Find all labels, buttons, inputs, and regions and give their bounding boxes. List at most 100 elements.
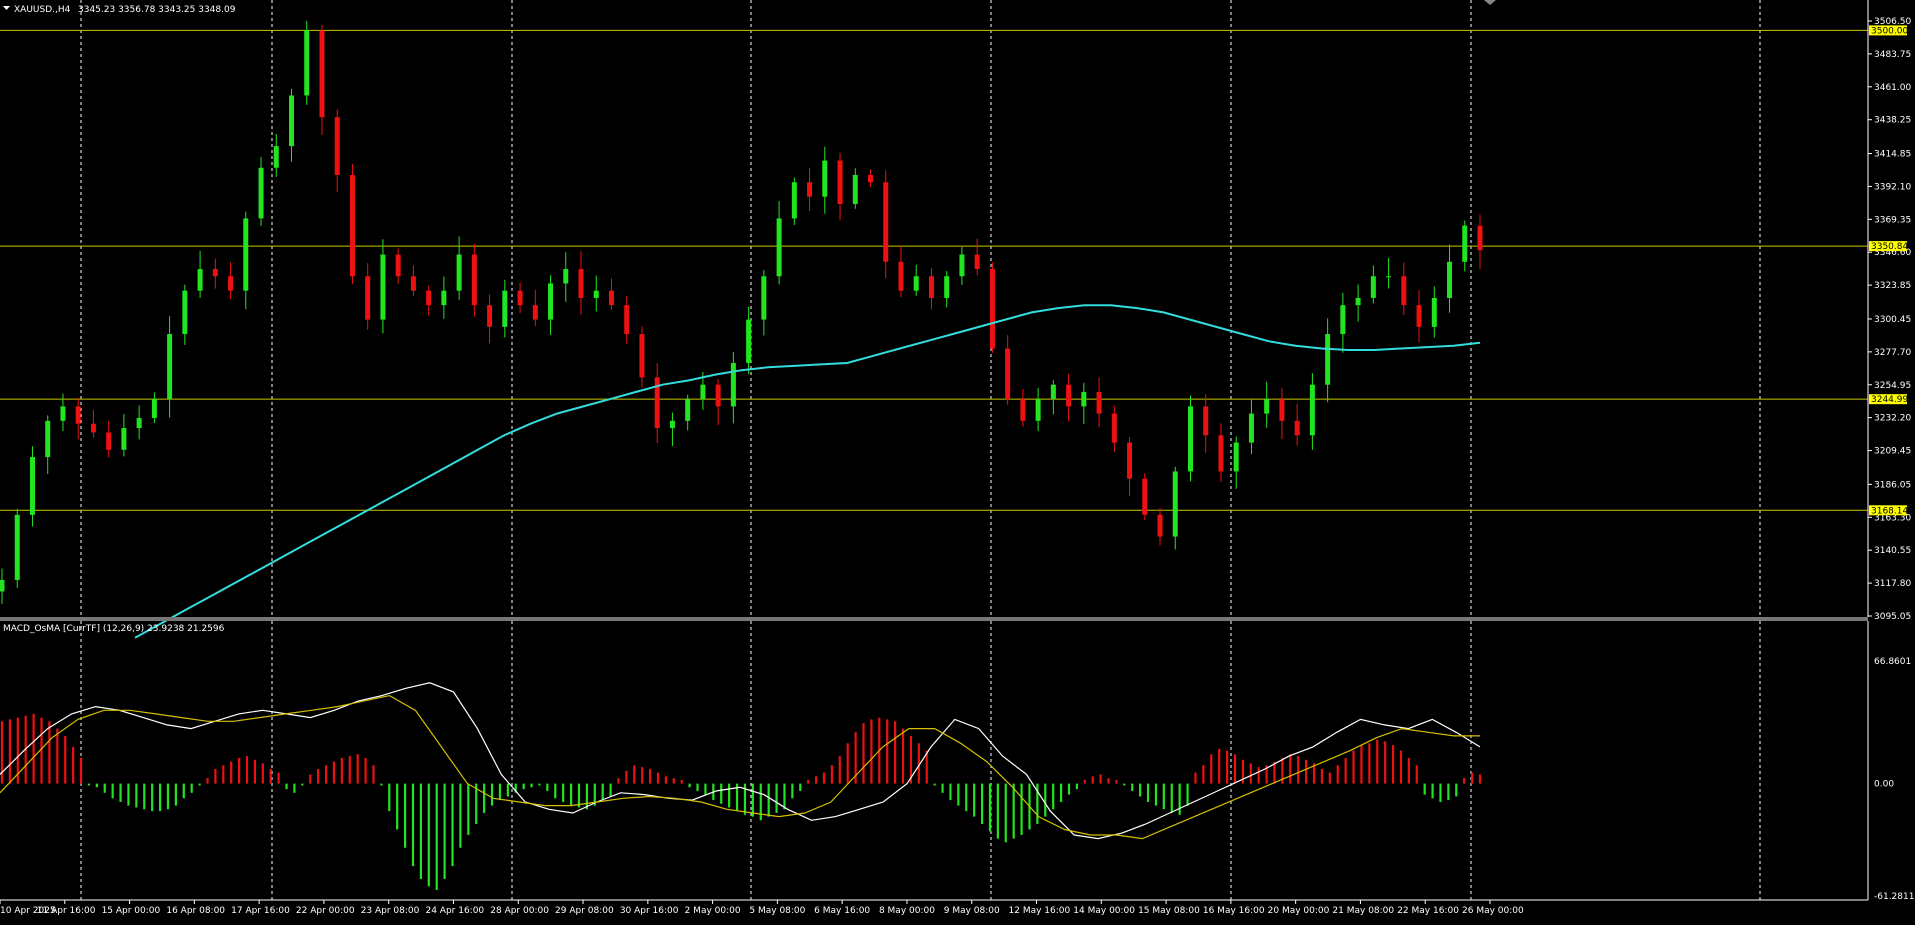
candle-body bbox=[715, 384, 721, 407]
candle-body bbox=[624, 305, 630, 335]
macd-tick-label: -61.2811 bbox=[1874, 892, 1914, 902]
candle-body bbox=[334, 117, 340, 176]
price-tick-label: 3117.80 bbox=[1874, 579, 1911, 589]
time-tick-label: 11 Apr 16:00 bbox=[37, 906, 96, 916]
price-tick-label: 3438.25 bbox=[1874, 116, 1911, 126]
candle-body bbox=[380, 254, 386, 320]
time-tick-label: 12 May 16:00 bbox=[1009, 906, 1071, 916]
candle-body bbox=[426, 290, 432, 306]
candle bbox=[304, 20, 310, 105]
candle-body bbox=[1005, 348, 1011, 400]
candle-body bbox=[883, 182, 889, 262]
price-tick-label: 3300.45 bbox=[1874, 315, 1911, 325]
price-tick-label: 3254.95 bbox=[1874, 381, 1911, 391]
trading-chart[interactable]: 3506.503483.753461.003438.253414.853392.… bbox=[0, 0, 1915, 925]
candle-body bbox=[273, 146, 279, 168]
level-label: 3244.99 bbox=[1871, 395, 1908, 405]
candle-body bbox=[1401, 276, 1407, 306]
time-tick-label: 15 Apr 00:00 bbox=[102, 906, 161, 916]
candle-body bbox=[1309, 384, 1315, 436]
level-label: 3350.84 bbox=[1871, 242, 1908, 252]
candle-body bbox=[151, 399, 157, 418]
candle-body bbox=[1370, 276, 1376, 298]
candle-body bbox=[989, 269, 995, 349]
candle-body bbox=[1416, 305, 1422, 327]
candle-body bbox=[974, 254, 980, 270]
candle-body bbox=[913, 276, 919, 291]
level-label: 3500.00 bbox=[1871, 26, 1908, 36]
candle bbox=[14, 508, 20, 588]
candle-body bbox=[1203, 406, 1209, 436]
time-tick-label: 9 May 08:00 bbox=[944, 906, 1000, 916]
candle-body bbox=[730, 363, 736, 407]
level-label: 3168.14 bbox=[1871, 506, 1908, 516]
time-tick-label: 2 May 00:00 bbox=[685, 906, 741, 916]
candle bbox=[349, 163, 355, 284]
price-tick-label: 3209.45 bbox=[1874, 447, 1911, 457]
candle-body bbox=[639, 334, 645, 378]
candle-body bbox=[502, 290, 508, 327]
candle-body bbox=[410, 276, 416, 291]
candle-body bbox=[959, 254, 965, 277]
candle-body bbox=[487, 305, 493, 327]
time-tick-label: 24 Apr 16:00 bbox=[425, 906, 484, 916]
candle-body bbox=[898, 261, 904, 291]
time-tick-label: 15 May 08:00 bbox=[1138, 906, 1200, 916]
time-tick-label: 16 Apr 08:00 bbox=[166, 906, 225, 916]
candle-body bbox=[791, 182, 797, 219]
candle-body bbox=[1294, 420, 1300, 436]
candle-body bbox=[1355, 297, 1361, 306]
candle-body bbox=[243, 218, 249, 291]
time-tick-label: 23 Apr 08:00 bbox=[361, 906, 420, 916]
candle-body bbox=[852, 175, 858, 204]
price-tick-label: 3140.55 bbox=[1874, 546, 1911, 556]
candle-body bbox=[776, 218, 782, 277]
candle-body bbox=[685, 399, 691, 421]
time-tick-label: 26 May 00:00 bbox=[1462, 906, 1524, 916]
candle-body bbox=[349, 175, 355, 277]
candle-body bbox=[106, 432, 112, 450]
candle-body bbox=[822, 160, 828, 197]
candle-body bbox=[1477, 225, 1483, 251]
candle bbox=[1142, 473, 1148, 521]
candle-body bbox=[1187, 406, 1193, 472]
time-tick-label: 21 May 08:00 bbox=[1332, 906, 1394, 916]
candle-body bbox=[944, 276, 950, 298]
candle-body bbox=[1050, 384, 1056, 400]
candle-body bbox=[669, 420, 675, 429]
price-tick-label: 3461.00 bbox=[1874, 83, 1911, 93]
candle-body bbox=[532, 305, 538, 320]
candle-body bbox=[517, 290, 523, 306]
time-tick-label: 16 May 16:00 bbox=[1203, 906, 1265, 916]
candle-body bbox=[807, 182, 813, 197]
candle-body bbox=[1020, 399, 1026, 421]
candle-body bbox=[75, 406, 81, 424]
price-tick-label: 3277.70 bbox=[1874, 348, 1911, 358]
time-tick-label: 8 May 00:00 bbox=[879, 906, 935, 916]
candle-body bbox=[121, 428, 127, 450]
candle-body bbox=[365, 276, 371, 320]
time-tick-label: 20 May 00:00 bbox=[1268, 906, 1330, 916]
candle-body bbox=[60, 406, 66, 421]
candle-body bbox=[304, 30, 310, 96]
candle-body bbox=[1386, 276, 1392, 278]
time-tick-label: 6 May 16:00 bbox=[814, 906, 870, 916]
candle-body bbox=[1431, 297, 1437, 327]
price-tick-label: 3323.85 bbox=[1874, 281, 1911, 291]
candle-body bbox=[319, 30, 325, 118]
candle-body bbox=[1248, 413, 1254, 443]
candle-body bbox=[1325, 334, 1331, 385]
candle-body bbox=[1447, 261, 1453, 298]
pane-separator[interactable] bbox=[0, 617, 1868, 621]
candle-body bbox=[928, 276, 934, 298]
price-tick-label: 3414.85 bbox=[1874, 150, 1911, 160]
candle bbox=[989, 262, 995, 353]
candle-body bbox=[1066, 384, 1072, 407]
time-tick-label: 5 May 08:00 bbox=[749, 906, 805, 916]
candle-body bbox=[761, 276, 767, 320]
macd-tick-label: 66.8601 bbox=[1874, 657, 1911, 667]
candle-body bbox=[45, 420, 51, 458]
time-tick-label: 22 May 16:00 bbox=[1397, 906, 1459, 916]
candle-body bbox=[1264, 399, 1270, 414]
candle-body bbox=[1035, 399, 1041, 421]
